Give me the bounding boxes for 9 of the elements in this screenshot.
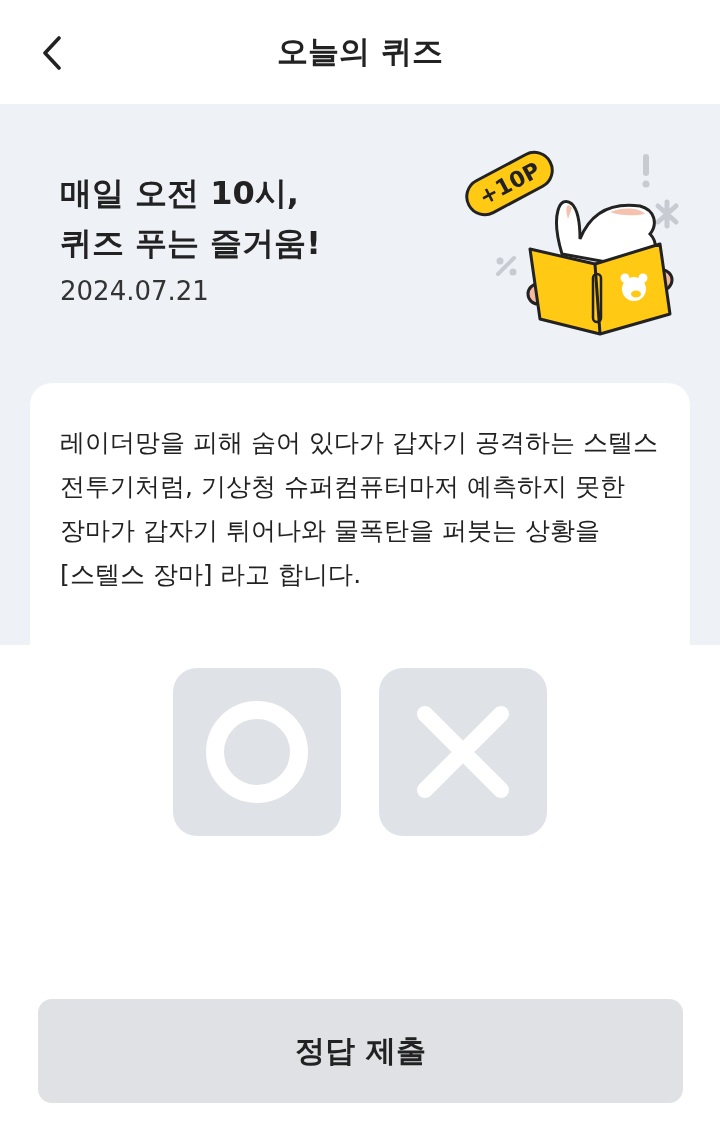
page-title: 오늘의 퀴즈 xyxy=(277,32,443,71)
x-answer-button[interactable] xyxy=(379,668,547,836)
headline: 매일 오전 10시, 퀴즈 푸는 즐거움! xyxy=(60,173,321,264)
o-answer-button[interactable] xyxy=(173,668,341,836)
cross-icon xyxy=(417,706,509,798)
back-icon[interactable] xyxy=(42,36,62,70)
question-text: 레이더망을 피해 숨어 있다가 갑자기 공격하는 스텔스 전투기처럼, 기상청 슈퍼컴퓨터마저 예측하지 못한 장마가 갑자기 튀어나와 물폭탄을 퍼붓는 상황을 [스텔스 장마] 라고 합니다. xyxy=(60,427,659,591)
quiz-date: 2024.07.21 xyxy=(60,276,210,306)
circle-icon xyxy=(205,700,309,804)
